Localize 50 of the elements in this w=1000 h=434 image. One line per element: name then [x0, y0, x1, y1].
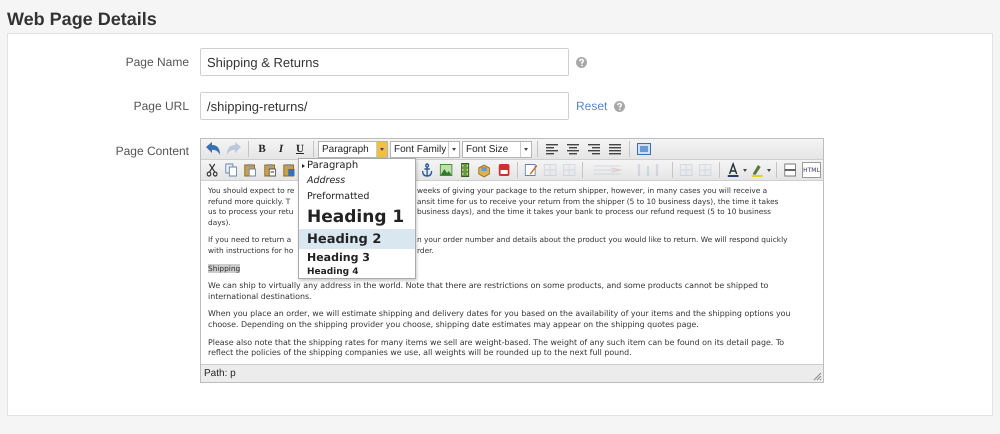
scissors-icon: [205, 162, 220, 178]
table-icon: [679, 162, 694, 178]
preformatted-option[interactable]: Preformatted: [299, 188, 415, 205]
heading-option[interactable]: Heading 4: [299, 265, 415, 278]
dropdown[interactable]: Font Size: [462, 140, 532, 158]
dropdown[interactable]: Paragraph: [318, 140, 388, 158]
element-path: Path: p: [204, 368, 236, 379]
resize-handle-icon[interactable]: [813, 372, 822, 381]
input-field[interactable]: /shipping-returns/: [200, 92, 569, 120]
heading-option[interactable]: Heading 2: [299, 229, 415, 249]
clipboard-icon: [262, 162, 277, 178]
highlight-icon: [750, 162, 764, 178]
underline-button[interactable]: U: [291, 140, 309, 158]
help-icon[interactable]: [614, 100, 626, 112]
undo-icon: [205, 141, 221, 157]
heading-option[interactable]: Heading 1: [299, 205, 415, 229]
dropdown[interactable]: Font Family: [390, 140, 460, 158]
copy-icon: [224, 162, 238, 178]
fullscreen-button[interactable]: [634, 140, 654, 158]
paragraph-option[interactable]: Paragraph: [299, 159, 415, 172]
fullscreen-icon: [636, 141, 652, 157]
bold-button[interactable]: B: [253, 140, 271, 158]
field-label: Page Name: [124, 54, 189, 71]
selected-marker-icon: [302, 164, 305, 168]
table-icon: [542, 162, 558, 178]
reset-link[interactable]: Reset: [576, 99, 608, 113]
field-label: Page URL: [132, 98, 189, 115]
heading-option[interactable]: Heading 3: [299, 249, 415, 265]
clipboard-icon: [243, 162, 258, 178]
clipboard-icon: [282, 162, 296, 178]
anchor-icon: [420, 162, 434, 178]
input-field[interactable]: Shipping & Returns: [200, 48, 569, 76]
table-icon: [698, 162, 713, 178]
text-color-icon: [726, 162, 740, 178]
table-icon: [562, 162, 576, 178]
page-title: Web Page Details: [6, 8, 158, 31]
package-icon: [477, 162, 492, 178]
caret-icon: [376, 142, 387, 156]
field-label: Page Content: [114, 143, 189, 158]
align-justify-icon: [607, 141, 623, 157]
video-icon: [496, 162, 511, 178]
align-right-icon: [586, 141, 602, 157]
align-left-icon: [544, 141, 560, 157]
help-icon[interactable]: [576, 56, 587, 68]
edit-icon: [524, 162, 538, 178]
address-option[interactable]: Address: [299, 172, 415, 188]
italic-button[interactable]: I: [272, 140, 290, 158]
redo-icon: [226, 141, 242, 157]
image-icon: [438, 162, 454, 178]
align-center-icon: [565, 141, 581, 157]
